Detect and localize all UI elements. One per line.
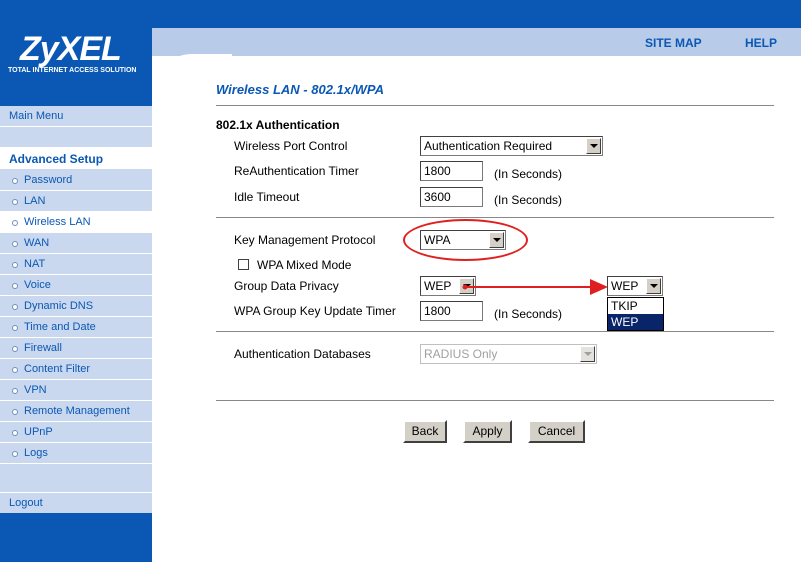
page-title: Wireless LAN - 802.1x/WPA [216,82,384,97]
sidebar-item-label: UPnP [24,426,53,438]
sidebar-item-wan[interactable]: WAN [0,233,152,254]
bullet-icon [12,451,18,457]
reauth-timer-unit: (In Seconds) [494,167,563,181]
bullet-icon [12,388,18,394]
group-data-privacy-value: WEP [424,279,452,293]
sidebar-item-upnp[interactable]: UPnP [0,422,152,443]
sidebar: ZyXEL TOTAL INTERNET ACCESS SOLUTION Mai… [0,0,152,562]
help-link[interactable]: HELP [745,36,777,50]
sidebar-item-firewall[interactable]: Firewall [0,338,152,359]
sidebar-item-dynamic-dns[interactable]: Dynamic DNS [0,296,152,317]
dropdown-option-wep[interactable]: WEP [608,314,663,330]
chevron-down-icon [646,278,661,294]
sidebar-item-logs[interactable]: Logs [0,443,152,464]
arrow-tail [462,284,468,290]
zyxel-logo: ZyXEL TOTAL INTERNET ACCESS SOLUTION [0,28,152,82]
group-data-privacy-zoom-select[interactable]: WEP [607,276,663,296]
dropdown-option-tkip[interactable]: TKIP [608,298,663,314]
bullet-icon [12,241,18,247]
sidebar-item-label: Dynamic DNS [24,300,94,312]
logo-tagline: TOTAL INTERNET ACCESS SOLUTION [8,67,137,74]
sidebar-item-logout[interactable]: Logout [0,493,152,513]
sidebar-item-label: Wireless LAN [24,216,91,228]
group-data-privacy-dropdown: TKIP WEP [607,297,664,331]
sidebar-item-time-and-date[interactable]: Time and Date [0,317,152,338]
sidebar-item-voice[interactable]: Voice [0,275,152,296]
sidebar-item-password[interactable]: Password [0,170,152,191]
sidebar-item-label: VPN [24,384,47,396]
sidebar-spacer [0,464,152,493]
idle-timeout-input[interactable]: 3600 [420,187,483,207]
bullet-icon [12,178,18,184]
chevron-down-icon [586,138,601,154]
group-key-timer-label: WPA Group Key Update Timer [234,304,396,318]
idle-timeout-label: Idle Timeout [234,190,300,204]
highlight-oval [403,219,528,261]
header-band [152,28,801,56]
arrow-head-icon [590,279,608,295]
site-map-link[interactable]: SITE MAP [645,36,702,50]
apply-button[interactable]: Apply [463,420,512,443]
bullet-icon [12,304,18,310]
reauth-timer-label: ReAuthentication Timer [234,164,359,178]
sidebar-nav: Main Menu Advanced Setup Password LAN Wi… [0,106,152,513]
bullet-icon [12,409,18,415]
wpa-mixed-mode-checkbox[interactable] [238,259,249,270]
sidebar-item-label: Remote Management [24,405,130,417]
bullet-icon [12,430,18,436]
divider [216,217,774,219]
cancel-button[interactable]: Cancel [528,420,585,443]
logo-brand: ZyXEL [20,30,122,68]
group-key-timer-input[interactable]: 1800 [420,301,483,321]
auth-databases-label: Authentication Databases [234,347,371,361]
sidebar-spacer [0,127,152,148]
wpa-mixed-mode-label: WPA Mixed Mode [257,258,352,272]
sidebar-item-vpn[interactable]: VPN [0,380,152,401]
port-control-label: Wireless Port Control [234,139,348,153]
sidebar-item-label: Logs [24,447,48,459]
sidebar-item-label: Firewall [24,342,62,354]
sidebar-item-main-menu[interactable]: Main Menu [0,106,152,127]
sidebar-item-label: Password [24,174,73,186]
bullet-icon [12,325,18,331]
auth-databases-value: RADIUS Only [424,347,498,361]
group-data-privacy-zoom-value: WEP [611,279,639,293]
sidebar-item-content-filter[interactable]: Content Filter [0,359,152,380]
section-heading-8021x: 802.1x Authentication [216,118,340,132]
sidebar-item-label: Time and Date [24,321,96,333]
bullet-icon [12,199,18,205]
reauth-timer-input[interactable]: 1800 [420,161,483,181]
group-key-timer-unit: (In Seconds) [494,307,563,321]
sidebar-item-label: NAT [24,258,46,270]
idle-timeout-unit: (In Seconds) [494,193,563,207]
sidebar-item-label: Content Filter [24,363,91,375]
arrow-annotation [462,279,608,295]
back-button[interactable]: Back [403,420,447,443]
sidebar-section-advanced-setup: Advanced Setup [0,148,152,170]
key-mgmt-protocol-label: Key Management Protocol [234,233,376,247]
sidebar-item-remote-management[interactable]: Remote Management [0,401,152,422]
bullet-icon [12,367,18,373]
chevron-down-icon [580,346,595,362]
sidebar-item-label: Voice [24,279,51,291]
sidebar-item-wireless-lan[interactable]: Wireless LAN [0,212,152,233]
bullet-icon [12,262,18,268]
bullet-icon [12,346,18,352]
sidebar-item-label: LAN [24,195,46,207]
port-control-value: Authentication Required [424,139,553,153]
sidebar-item-nat[interactable]: NAT [0,254,152,275]
bullet-icon [12,220,18,226]
divider [216,331,774,333]
divider [216,105,774,107]
port-control-select[interactable]: Authentication Required [420,136,603,156]
sidebar-item-lan[interactable]: LAN [0,191,152,212]
divider [216,400,774,402]
group-data-privacy-label: Group Data Privacy [234,279,339,293]
auth-databases-select[interactable]: RADIUS Only [420,344,597,364]
bullet-icon [12,283,18,289]
sidebar-item-label: WAN [24,237,50,249]
